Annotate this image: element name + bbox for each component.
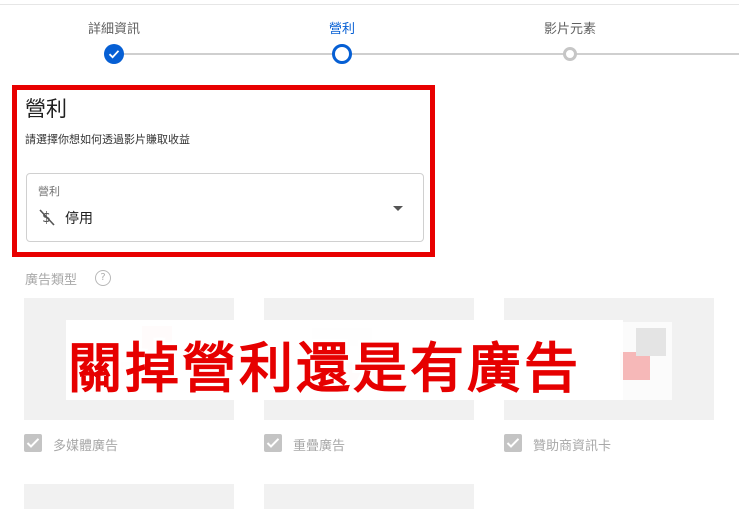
ad-types-label: 廣告類型 xyxy=(25,273,78,288)
stepper-line-1 xyxy=(114,53,342,55)
section-title: 營利 xyxy=(25,97,67,121)
stepper-line-2 xyxy=(342,53,739,55)
ad-type-label: 多媒體廣告 xyxy=(53,439,119,454)
step-current-indicator[interactable] xyxy=(332,44,352,64)
select-value: 停用 xyxy=(65,211,93,227)
ad-type-label: 贊助商資訊卡 xyxy=(533,439,612,454)
top-divider xyxy=(0,4,739,5)
checkbox-checked-icon xyxy=(264,434,282,452)
ad-type-option-display: 多媒體廣告 xyxy=(24,434,224,454)
section-description: 請選擇你想如何透過影片賺取收益 xyxy=(25,133,190,146)
ad-type-option-overlay: 重疊廣告 xyxy=(264,434,464,454)
progress-stepper: 詳細資訊 營利 影片元素 xyxy=(0,0,739,70)
ad-type-card-partial xyxy=(24,484,234,509)
ad-type-label: 重疊廣告 xyxy=(293,439,346,454)
ad-type-option-sponsored-cards: 贊助商資訊卡 xyxy=(504,434,704,454)
step-label-monetization[interactable]: 營利 xyxy=(329,18,355,37)
dropdown-arrow-icon[interactable] xyxy=(393,206,403,211)
step-todo-indicator[interactable] xyxy=(563,47,577,61)
help-circle-icon[interactable]: ? xyxy=(95,270,111,286)
step-label-details[interactable]: 詳細資訊 xyxy=(88,18,140,37)
step-done-checkmark-icon[interactable] xyxy=(104,44,124,64)
annotation-text: 關掉營利還是有廣告 xyxy=(68,337,581,400)
step-label-video-elements[interactable]: 影片元素 xyxy=(544,18,596,37)
monetization-select[interactable]: 營利 $ 停用 xyxy=(26,173,424,242)
select-label: 營利 xyxy=(38,185,60,198)
monetization-off-icon: $ xyxy=(39,208,55,230)
ad-type-card-partial xyxy=(264,484,474,509)
checkbox-checked-icon xyxy=(24,434,42,452)
checkbox-checked-icon xyxy=(504,434,522,452)
